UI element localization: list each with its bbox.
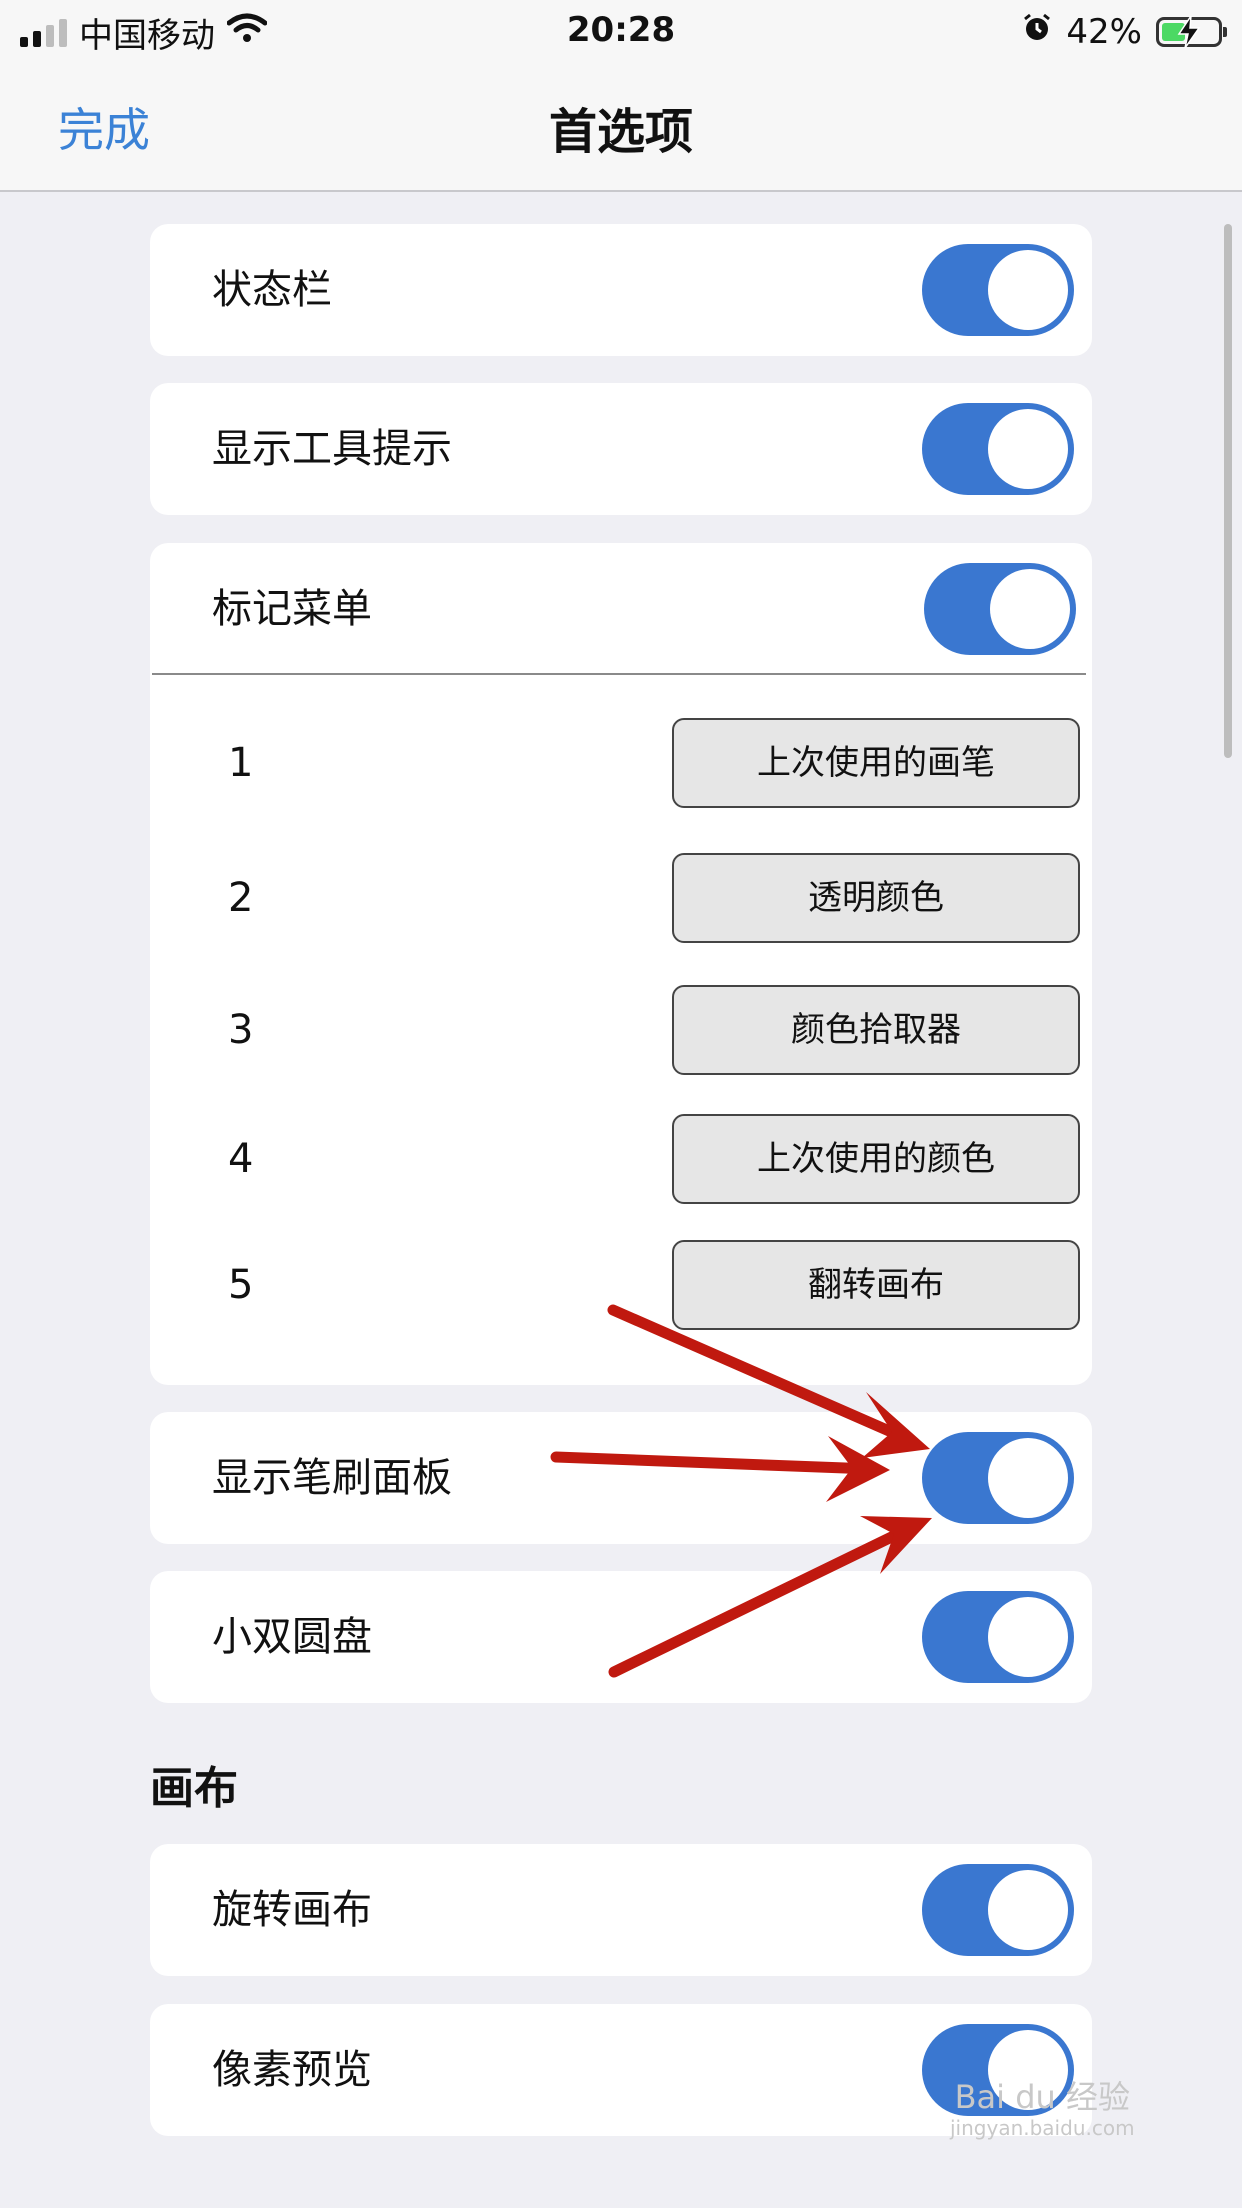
double-puck-toggle[interactable] xyxy=(922,1591,1074,1683)
divider xyxy=(152,673,1086,675)
page-title: 首选项 xyxy=(548,104,693,160)
markup-menu-toggle[interactable] xyxy=(924,563,1076,655)
toggle-knob xyxy=(990,569,1070,649)
setting-card-double-puck: 小双圆盘 xyxy=(150,1571,1092,1703)
setting-label: 显示工具提示 xyxy=(212,426,452,472)
setting-row-brush-panel: 显示笔刷面板 xyxy=(150,1412,1092,1544)
setting-card-status-bar: 状态栏 xyxy=(150,224,1092,356)
navigation-bar: 完成 首选项 xyxy=(0,62,1242,192)
setting-label: 像素预览 xyxy=(212,2047,372,2093)
markup-slot-button[interactable]: 上次使用的颜色 xyxy=(672,1114,1080,1204)
setting-row-rotate-canvas: 旋转画布 xyxy=(150,1844,1092,1976)
status-bar-toggle[interactable] xyxy=(922,244,1074,336)
markup-slot-button[interactable]: 翻转画布 xyxy=(672,1240,1080,1330)
setting-row-status-bar: 状态栏 xyxy=(150,224,1092,356)
setting-row-double-puck: 小双圆盘 xyxy=(150,1571,1092,1703)
battery-percent: 42% xyxy=(1066,12,1142,52)
markup-slot-number: 1 xyxy=(228,740,254,786)
setting-label: 标记菜单 xyxy=(212,586,372,632)
watermark-brand: Bai du 经验 xyxy=(954,2078,1130,2116)
setting-row-tooltips: 显示工具提示 xyxy=(150,383,1092,515)
toggle-knob xyxy=(988,250,1068,330)
markup-slot-number: 5 xyxy=(228,1262,254,1308)
toggle-knob xyxy=(988,1870,1068,1950)
markup-slot-button[interactable]: 上次使用的画笔 xyxy=(672,718,1080,808)
setting-card-markup-menu: 标记菜单 1 上次使用的画笔 2 透明颜色 3 颜色拾取器 4 上次使用的颜色 … xyxy=(150,543,1092,1385)
setting-label: 旋转画布 xyxy=(212,1887,372,1933)
markup-slot-button[interactable]: 颜色拾取器 xyxy=(672,985,1080,1075)
setting-card-rotate-canvas: 旋转画布 xyxy=(150,1844,1092,1976)
toggle-knob xyxy=(988,409,1068,489)
status-right: 42% xyxy=(1022,10,1227,54)
rotate-canvas-toggle[interactable] xyxy=(922,1864,1074,1956)
markup-slot-number: 2 xyxy=(228,875,254,921)
markup-slot-number: 4 xyxy=(228,1136,254,1182)
markup-slot-number: 3 xyxy=(228,1007,254,1053)
battery-charging-icon xyxy=(1156,16,1227,48)
setting-label: 状态栏 xyxy=(212,267,332,313)
tooltips-toggle[interactable] xyxy=(922,403,1074,495)
setting-card-tooltips: 显示工具提示 xyxy=(150,383,1092,515)
setting-card-brush-panel: 显示笔刷面板 xyxy=(150,1412,1092,1544)
alarm-icon xyxy=(1022,12,1052,52)
setting-row-markup-menu: 标记菜单 xyxy=(150,543,1092,675)
watermark-url: jingyan.baidu.com xyxy=(950,2116,1135,2141)
setting-label: 显示笔刷面板 xyxy=(212,1455,452,1501)
scrollbar[interactable] xyxy=(1224,224,1232,758)
toggle-knob xyxy=(988,1597,1068,1677)
status-bar: 中国移动 20:28 42% xyxy=(0,0,1242,62)
setting-label: 小双圆盘 xyxy=(212,1614,372,1660)
watermark: Bai du 经验 jingyan.baidu.com xyxy=(950,2078,1135,2140)
brush-panel-toggle[interactable] xyxy=(922,1432,1074,1524)
toggle-knob xyxy=(988,1438,1068,1518)
markup-slot-button[interactable]: 透明颜色 xyxy=(672,853,1080,943)
section-title-canvas: 画布 xyxy=(150,1763,238,1814)
